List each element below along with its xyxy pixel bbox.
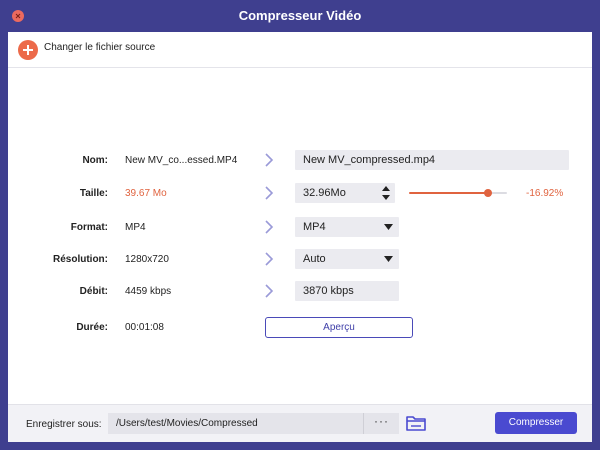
chevron-down-icon [384,256,393,262]
footer-bar: Enregistrer sous: /Users/test/Movies/Com… [8,404,592,442]
add-icon [18,40,38,60]
window-border-right [592,32,600,450]
size-slider-knob[interactable] [484,189,492,197]
save-as-label: Enregistrer sous: [26,419,102,430]
size-output-value: 32.96Mo [303,187,346,199]
duration-value: 00:01:08 [125,322,164,333]
size-label: Taille: [79,188,108,199]
size-source-value: 39.67 Mo [125,188,167,199]
name-label: Nom: [82,155,108,166]
resolution-selected-value: Auto [303,253,326,265]
name-output-input[interactable]: New MV_compressed.mp4 [295,150,569,170]
compressor-window: Compresseur Vidéo Changer le fichier sou… [0,0,600,450]
preview-button[interactable]: Aperçu [265,317,413,338]
format-source-value: MP4 [125,222,146,233]
name-source-value: New MV_co...essed.MP4 [125,155,238,166]
resolution-source-value: 1280x720 [125,254,169,265]
chevron-right-icon [265,186,274,200]
main-content: Changer le fichier source Nom: New MV_co… [8,32,592,442]
window-title: Compresseur Vidéo [238,8,362,23]
output-path-input[interactable]: /Users/test/Movies/Compressed [108,413,363,434]
size-reduction-percent: -16.92% [526,188,564,199]
bitrate-source-value: 4459 kbps [125,286,172,297]
browse-more-button[interactable]: ··· [363,413,399,434]
folder-icon[interactable] [406,414,426,432]
format-label: Format: [70,222,108,233]
resolution-label: Résolution: [53,254,108,265]
format-selected-value: MP4 [303,221,326,233]
title-bar: Compresseur Vidéo [0,0,600,32]
window-border-left [0,32,8,450]
chevron-right-icon [265,252,274,266]
change-source-button[interactable]: Changer le fichier source [8,32,592,68]
compress-button[interactable]: Compresser [495,412,577,434]
size-output-stepper[interactable]: 32.96Mo [295,183,395,203]
chevron-right-icon [265,220,274,234]
window-border-bottom [0,442,600,450]
change-source-label: Changer le fichier source [44,42,156,53]
resolution-select[interactable]: Auto [295,249,399,269]
format-select[interactable]: MP4 [295,217,399,237]
chevron-right-icon [265,153,274,167]
chevron-right-icon [265,284,274,298]
duration-label: Durée: [76,322,108,333]
bitrate-label: Débit: [79,286,108,297]
size-slider-fill [409,192,489,194]
chevron-down-icon [384,224,393,230]
bitrate-output-input[interactable]: 3870 kbps [295,281,399,301]
stepper-arrows-icon[interactable] [381,184,391,202]
